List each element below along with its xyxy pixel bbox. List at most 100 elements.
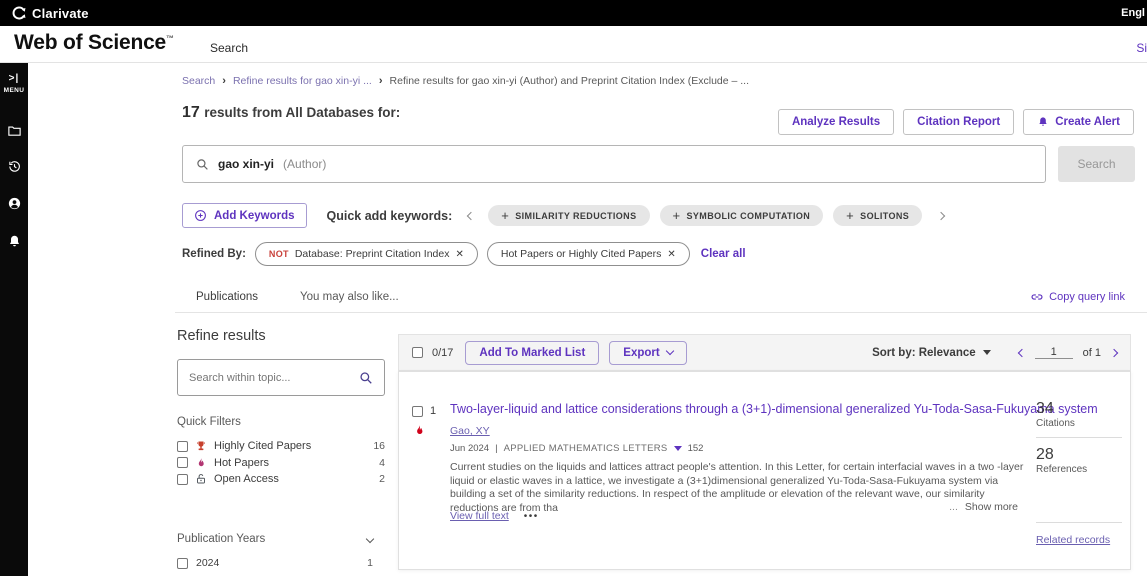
- record-title-link[interactable]: Two-layer-liquid and lattice considerati…: [450, 402, 1030, 416]
- nav-tab-search[interactable]: Search: [210, 41, 248, 55]
- filter-label: Highly Cited Papers: [214, 440, 311, 452]
- chevron-right-icon[interactable]: [937, 211, 945, 219]
- checkbox[interactable]: [177, 474, 188, 485]
- filter-label: Hot Papers: [214, 457, 269, 469]
- related-records: Related records: [1036, 522, 1122, 548]
- ellipsis: ...: [949, 501, 958, 513]
- show-more-link[interactable]: Show more: [965, 501, 1018, 513]
- search-icon[interactable]: [359, 371, 373, 385]
- copy-query-link[interactable]: Copy query link: [1030, 290, 1125, 304]
- view-full-text-link[interactable]: View full text: [450, 510, 509, 522]
- refinement-chip-hot-highly-cited: Hot Papers or Highly Cited Papers: [487, 242, 690, 266]
- refinement-chip-label: Hot Papers or Highly Cited Papers: [501, 248, 662, 260]
- select-all-checkbox[interactable]: [412, 347, 423, 358]
- clarivate-logo-icon: [12, 6, 26, 20]
- plus-icon: [673, 209, 681, 222]
- refined-by-row: Refined By: NOT Database: Preprint Citat…: [182, 242, 746, 266]
- record-author-link[interactable]: Gao, XY: [450, 425, 490, 437]
- breadcrumb-refine-previous[interactable]: Refine results for gao xin-yi ...: [233, 75, 372, 87]
- journal-dropdown-icon[interactable]: [674, 446, 682, 451]
- abstract-truncation: ... Show more: [943, 501, 1018, 515]
- create-alert-button[interactable]: Create Alert: [1023, 109, 1134, 135]
- close-icon[interactable]: [455, 248, 463, 260]
- close-icon[interactable]: [667, 248, 675, 260]
- query-text: gao xin-yi: [218, 157, 274, 171]
- add-to-marked-list-button[interactable]: Add To Marked List: [465, 341, 599, 365]
- citations-value[interactable]: 34: [1036, 400, 1122, 418]
- dropdown-triangle-icon: [983, 350, 991, 355]
- filter-count: 2: [379, 473, 385, 485]
- sidebar-item-marked-list[interactable]: [0, 123, 28, 138]
- filter-open-access[interactable]: Open Access 2: [177, 471, 385, 488]
- refine-search-input[interactable]: [189, 372, 359, 384]
- keyword-pill-similarity-reductions[interactable]: SIMILARITY REDUCTIONS: [488, 205, 649, 226]
- keyword-pill-label: SIMILARITY REDUCTIONS: [515, 211, 636, 221]
- year-count: 1: [367, 557, 373, 569]
- result-record-card: 1 Two-layer-liquid and lattice considera…: [398, 371, 1131, 570]
- clear-all-link[interactable]: Clear all: [701, 248, 746, 260]
- related-records-link[interactable]: Related records: [1036, 534, 1110, 546]
- refine-results-panel: Refine results Quick Filters Highly Cite…: [177, 328, 385, 488]
- checkbox[interactable]: [177, 457, 188, 468]
- record-journal[interactable]: APPLIED MATHEMATICS LETTERS: [504, 443, 668, 454]
- language-selector[interactable]: Engl: [1121, 7, 1145, 19]
- export-button[interactable]: Export: [609, 341, 686, 365]
- keyword-pill-label: SYMBOLIC COMPUTATION: [687, 211, 811, 221]
- keyword-pill-symbolic-computation[interactable]: SYMBOLIC COMPUTATION: [660, 205, 824, 226]
- menu-expand-button[interactable]: >| MENU: [0, 73, 28, 94]
- breadcrumb-search[interactable]: Search: [182, 75, 215, 87]
- history-icon: [7, 159, 22, 174]
- checkbox[interactable]: [177, 441, 188, 452]
- checkbox[interactable]: [177, 558, 188, 569]
- filter-highly-cited-papers[interactable]: Highly Cited Papers 16: [177, 438, 385, 455]
- page-number-input[interactable]: [1035, 346, 1073, 359]
- year-label: 2024: [196, 557, 219, 569]
- wos-trademark: ™: [166, 34, 174, 43]
- add-to-marked-list-label: Add To Marked List: [479, 347, 585, 359]
- page-next-icon[interactable]: [1110, 348, 1118, 356]
- record-checkbox[interactable]: [412, 406, 423, 417]
- hot-paper-flame-icon: [413, 423, 426, 438]
- selection-count: 0/17: [432, 347, 453, 359]
- search-query-input[interactable]: gao xin-yi (Author): [182, 145, 1046, 183]
- results-actions: Analyze Results Citation Report Create A…: [778, 109, 1134, 135]
- add-keywords-label: Add Keywords: [214, 210, 295, 222]
- sidebar-item-history[interactable]: [0, 159, 28, 174]
- refined-by-label: Refined By:: [182, 248, 246, 260]
- query-qualifier: (Author): [283, 157, 326, 171]
- tab-publications[interactable]: Publications: [196, 291, 258, 303]
- keyword-pill-solitons[interactable]: SOLITONS: [833, 205, 922, 226]
- results-toolbar: 0/17 Add To Marked List Export Sort by: …: [398, 334, 1131, 371]
- refinement-chip-database: NOT Database: Preprint Citation Index: [255, 242, 478, 266]
- trophy-icon: [195, 440, 207, 452]
- citation-report-button[interactable]: Citation Report: [903, 109, 1014, 135]
- open-access-lock-icon: [195, 473, 207, 485]
- add-keywords-button[interactable]: Add Keywords: [182, 203, 307, 228]
- flame-icon: [195, 457, 207, 469]
- copy-query-link-label: Copy query link: [1049, 291, 1125, 303]
- references-value[interactable]: 28: [1036, 446, 1122, 464]
- folder-icon: [7, 123, 22, 138]
- tab-you-may-also-like[interactable]: You may also like...: [300, 291, 399, 303]
- not-operator: NOT: [269, 249, 289, 259]
- sidebar-item-account[interactable]: [0, 196, 28, 211]
- quick-add-keywords-row: Add Keywords Quick add keywords: SIMILAR…: [182, 203, 944, 228]
- filter-label: Open Access: [214, 473, 279, 485]
- link-icon: [1030, 290, 1044, 304]
- wos-logo[interactable]: Web of Science™: [14, 31, 174, 55]
- record-metrics: 34 Citations 28 References: [1036, 400, 1122, 483]
- breadcrumb-separator: [379, 75, 383, 87]
- filter-hot-papers[interactable]: Hot Papers 4: [177, 455, 385, 472]
- page-previous-icon[interactable]: [1017, 348, 1025, 356]
- publication-years-section[interactable]: Publication Years: [177, 533, 373, 545]
- more-options-button[interactable]: •••: [524, 511, 539, 522]
- clarivate-brand[interactable]: Clarivate: [12, 6, 89, 21]
- search-button[interactable]: Search: [1058, 146, 1135, 182]
- sidebar-item-alerts[interactable]: [0, 234, 28, 249]
- sort-by-dropdown[interactable]: Sort by: Relevance: [872, 347, 991, 359]
- filter-year-2024[interactable]: 2024 1: [177, 557, 373, 569]
- results-count-label: results from All Databases for:: [204, 105, 400, 120]
- chevron-left-icon[interactable]: [467, 211, 475, 219]
- signin-link[interactable]: Si: [1136, 41, 1147, 55]
- analyze-results-button[interactable]: Analyze Results: [778, 109, 894, 135]
